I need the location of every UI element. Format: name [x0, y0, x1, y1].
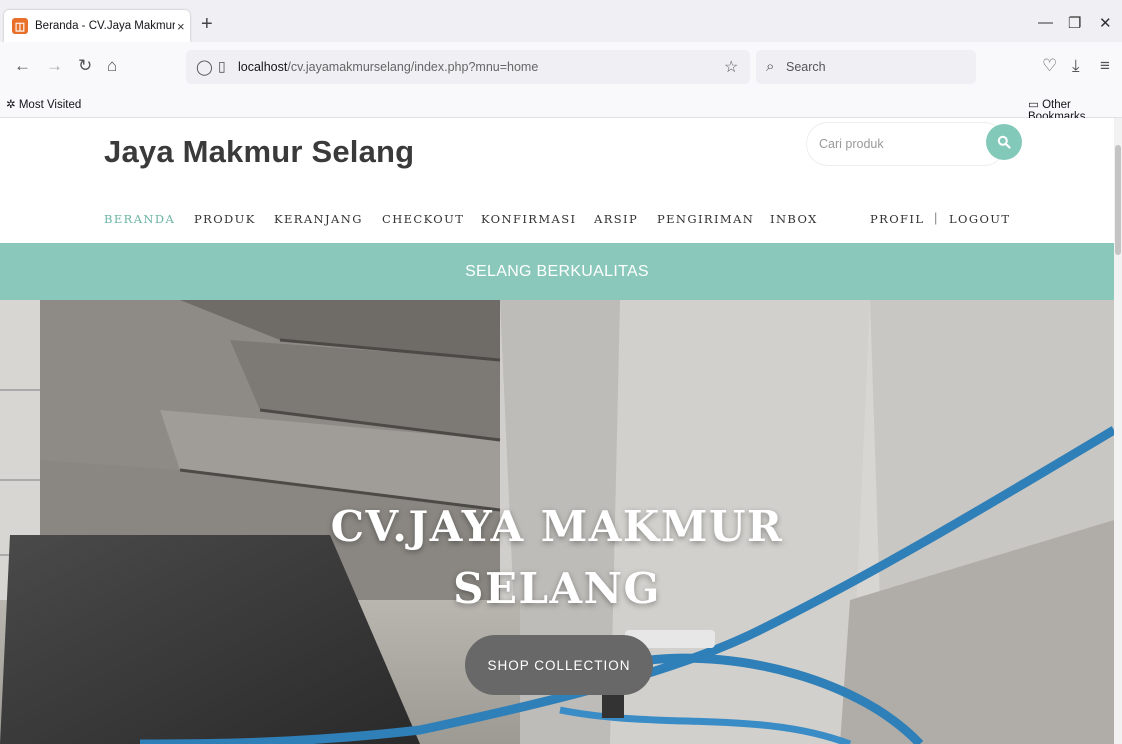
main-menu: BERANDA PRODUK KERANJANG CHECKOUT KONFIR… [0, 206, 1114, 236]
bookmarks-bar: ✲ Most Visited ▭ Other Bookmarks [0, 92, 1122, 123]
pocket-icon[interactable]: ♡ [1042, 57, 1057, 75]
menu-item-arsip[interactable]: ARSIP [594, 212, 638, 226]
menu-separator: | [934, 210, 938, 225]
menu-item-inbox[interactable]: INBOX [770, 212, 818, 226]
menu-item-konfirmasi[interactable]: KONFIRMASI [481, 212, 576, 226]
back-icon[interactable]: ← [14, 57, 31, 75]
site-favicon-icon: ◫ [12, 18, 28, 34]
menu-item-profil[interactable]: PROFIL [870, 212, 924, 226]
menu-item-keranjang[interactable]: KERANJANG [274, 212, 363, 226]
home-icon[interactable]: ⌂ [107, 57, 117, 75]
forward-icon[interactable]: → [46, 57, 63, 75]
hero-banner: CV.JAYA MAKMUR SELANG SHOP COLLECTION [0, 300, 1114, 744]
shop-collection-button[interactable]: SHOP COLLECTION [465, 635, 653, 695]
tab-title: Beranda - CV.Jaya Makmur Selang [35, 20, 175, 32]
search-icon [997, 135, 1011, 149]
new-tab-button[interactable]: + [201, 14, 213, 34]
scrollbar-thumb[interactable] [1115, 145, 1121, 255]
menu-item-pengiriman[interactable]: PENGIRIMAN [657, 212, 754, 226]
tracking-shield-icon[interactable]: ◯ [196, 58, 213, 76]
web-page: Jaya Makmur Selang BERANDA PRODUK KERANJ… [0, 118, 1114, 744]
search-input[interactable] [806, 122, 1006, 166]
browser-tab[interactable]: ◫ Beranda - CV.Jaya Makmur Selang × [4, 10, 190, 42]
tagline-banner: SELANG BERKUALITAS [0, 243, 1114, 300]
menu-item-logout[interactable]: LOGOUT [949, 212, 1010, 226]
search-button[interactable] [986, 124, 1022, 160]
gear-icon: ✲ [6, 99, 16, 111]
browser-tab-bar: ◫ Beranda - CV.Jaya Makmur Selang × + — … [0, 0, 1122, 42]
hero-title: CV.JAYA MAKMUR SELANG [330, 502, 784, 613]
tab-close-icon[interactable]: × [177, 19, 185, 34]
menu-item-beranda[interactable]: BERANDA [104, 212, 175, 226]
maximize-icon[interactable]: ❐ [1068, 14, 1081, 32]
menu-item-checkout[interactable]: CHECKOUT [382, 212, 464, 226]
downloads-icon[interactable]: ⤓ [1072, 57, 1080, 75]
browser-navigation-bar: ← → ↻ ⌂ ◯ ▯ localhost/cv.jayamakmurselan… [0, 42, 1122, 92]
url-text[interactable]: localhost/cv.jayamakmurselang/index.php?… [238, 60, 538, 74]
close-window-icon[interactable]: ✕ [1099, 14, 1112, 32]
site-brand[interactable]: Jaya Makmur Selang [104, 134, 414, 170]
most-visited-bookmark[interactable]: ✲ Most Visited [6, 97, 81, 111]
menu-item-produk[interactable]: PRODUK [194, 212, 256, 226]
page-info-icon[interactable]: ▯ [218, 58, 226, 75]
address-bar[interactable]: ◯ ▯ localhost/cv.jayamakmurselang/index.… [186, 50, 750, 84]
product-search [806, 122, 1022, 166]
reload-icon[interactable]: ↻ [78, 57, 92, 75]
minimize-icon[interactable]: — [1038, 14, 1053, 31]
browser-search-label: Search [786, 60, 826, 74]
menu-icon[interactable]: ≡ [1100, 57, 1110, 75]
browser-search-bar[interactable]: ⌕ Search [756, 50, 976, 84]
bookmark-star-icon[interactable]: ☆ [724, 57, 738, 77]
folder-icon: ▭ [1028, 99, 1039, 111]
search-icon: ⌕ [766, 58, 775, 75]
